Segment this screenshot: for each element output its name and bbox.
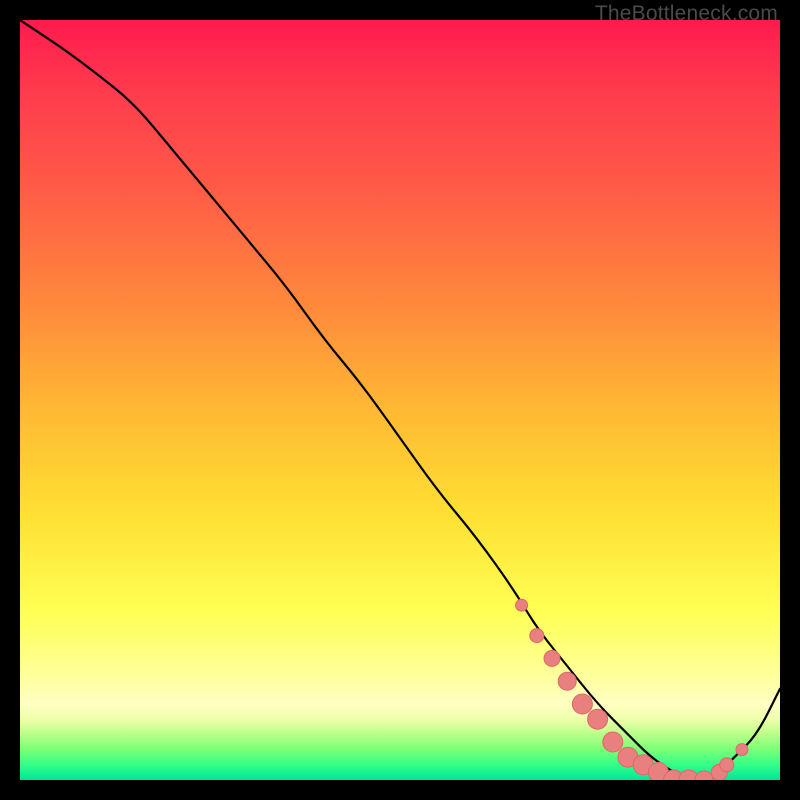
chart-frame: TheBottleneck.com	[0, 0, 800, 800]
optimal-zone-marker	[572, 694, 592, 714]
optimal-zone-marker	[720, 758, 734, 772]
optimal-zone-markers	[516, 599, 748, 780]
bottleneck-curve	[20, 20, 780, 780]
optimal-zone-marker	[544, 650, 560, 666]
optimal-zone-marker	[736, 744, 748, 756]
optimal-zone-marker	[695, 771, 713, 780]
watermark-text: TheBottleneck.com	[595, 2, 778, 26]
optimal-zone-marker	[588, 709, 608, 729]
optimal-zone-marker	[530, 629, 544, 643]
optimal-zone-marker	[558, 672, 576, 690]
optimal-zone-marker	[603, 732, 623, 752]
optimal-zone-marker	[516, 599, 528, 611]
plot-area	[20, 20, 780, 780]
chart-svg	[20, 20, 780, 780]
